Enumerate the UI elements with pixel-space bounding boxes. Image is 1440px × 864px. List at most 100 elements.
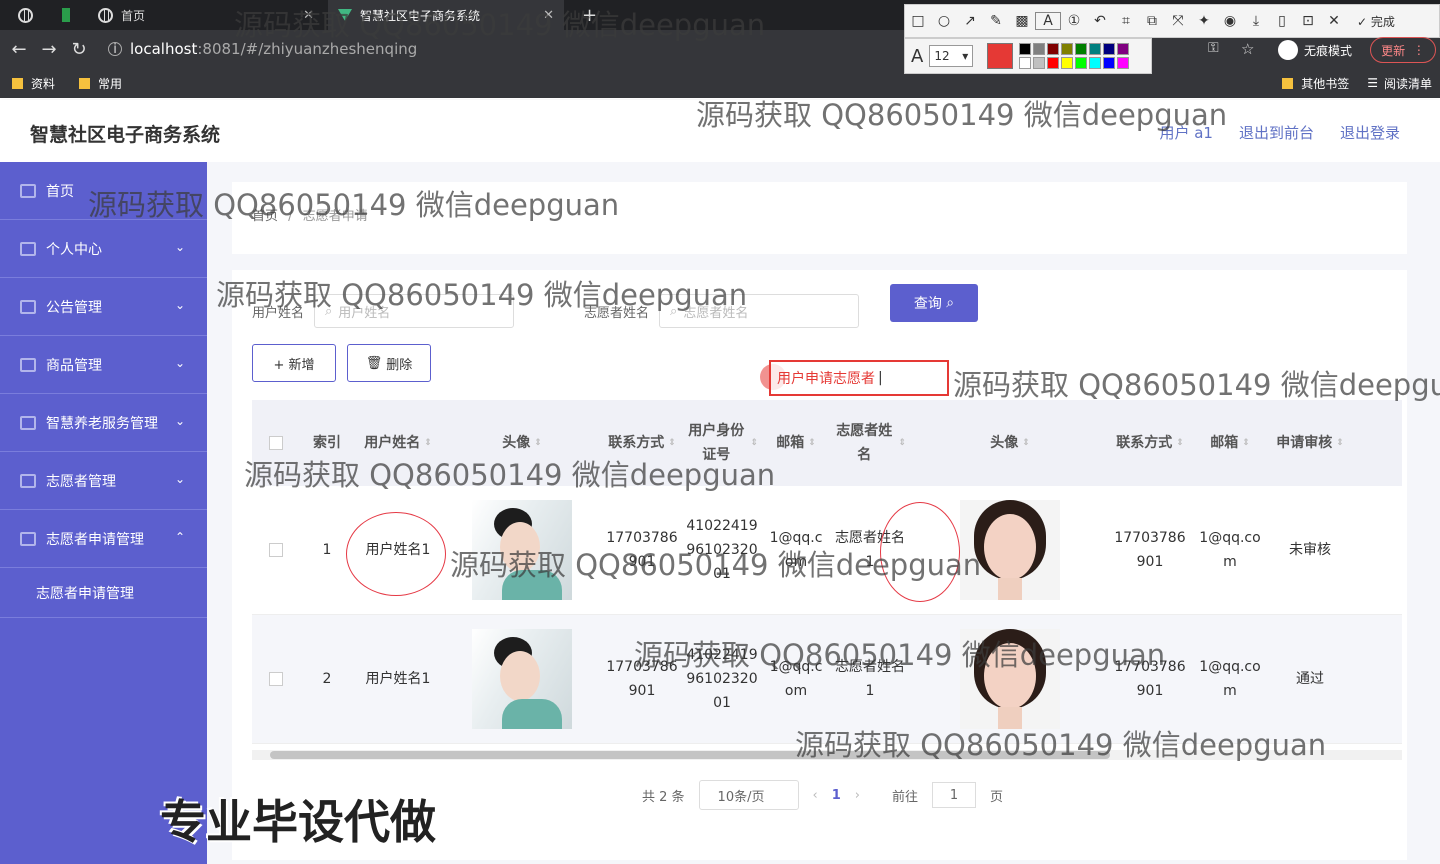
rect-tool-icon[interactable]: □ (905, 13, 931, 29)
sidebar-subitem-apply[interactable]: 志愿者申请管理 (0, 568, 207, 618)
forward-icon[interactable]: → (34, 39, 64, 60)
color-swatch[interactable] (1061, 57, 1074, 69)
text-cursor: | (878, 370, 883, 386)
query-button[interactable]: 查询 ⌕ (890, 284, 978, 322)
annotation-textbox[interactable]: 用户申请志愿者 | (769, 360, 949, 396)
page-size-select[interactable]: 10条/页 (698, 780, 799, 810)
ellipse-tool-icon[interactable]: ○ (931, 13, 957, 29)
phone-icon[interactable]: ▯ (1269, 13, 1295, 29)
sort-icon[interactable]: ⇕ (1242, 431, 1250, 455)
star-icon[interactable]: ☆ (1241, 40, 1254, 58)
sheet-icon (62, 8, 70, 22)
col-volunteer[interactable]: 志愿者姓名 ⇕ (830, 400, 910, 486)
color-swatch[interactable] (1019, 57, 1032, 69)
delete-label: 删除 (386, 357, 413, 373)
select-icon[interactable]: ⌗ (1113, 13, 1139, 29)
pen-tool-icon[interactable]: ✎ (983, 13, 1009, 29)
watermark: 源码获取 QQ86050149 微信deepguan (696, 98, 1228, 132)
logout-link[interactable]: 退出登录 (1340, 122, 1400, 143)
col-status[interactable]: 申请审核 ⇕ (1270, 400, 1350, 486)
color-swatch[interactable] (1033, 43, 1046, 55)
font-size-select[interactable]: 12 ▾ (929, 45, 974, 67)
next-page-icon[interactable]: › (855, 788, 860, 803)
number-tool-icon[interactable]: ① (1061, 13, 1087, 29)
sidebar-item-notice[interactable]: 公告管理 ⌄ (0, 278, 207, 336)
color-swatch[interactable] (1061, 43, 1074, 55)
record-icon[interactable]: ◉ (1217, 13, 1243, 29)
cancel-icon[interactable]: ✕ (1321, 13, 1347, 29)
current-page[interactable]: 1 (832, 788, 841, 803)
goto-page-input[interactable]: 1 (932, 782, 977, 808)
color-palette[interactable] (1019, 43, 1130, 69)
row-checkbox[interactable] (252, 486, 300, 614)
bookmark-icon[interactable]: ⊡ (1295, 13, 1321, 29)
color-swatch[interactable] (1019, 43, 1032, 55)
sort-icon[interactable]: ⇕ (1022, 431, 1030, 455)
done-button[interactable]: ✓ 完成 (1357, 13, 1395, 30)
app-title: 智慧社区电子商务系统 (30, 124, 221, 146)
sidebar-item-apply[interactable]: 志愿者申请管理 ⌃ (0, 510, 207, 568)
color-swatch[interactable] (1075, 43, 1088, 55)
active-color-swatch[interactable] (987, 43, 1014, 69)
color-swatch[interactable] (1047, 57, 1060, 69)
sort-icon[interactable]: ⇕ (808, 431, 816, 455)
color-swatch[interactable] (1117, 43, 1130, 55)
arrow-tool-icon[interactable]: ↗ (957, 13, 983, 29)
add-button[interactable]: + 新增 (252, 344, 336, 382)
text-tool-icon[interactable]: A (1035, 12, 1061, 30)
color-swatch[interactable] (1033, 57, 1046, 69)
annotation-circle (346, 512, 446, 596)
app-tab-icon[interactable] (52, 0, 80, 30)
sort-icon[interactable]: ⇕ (898, 431, 906, 455)
page-unit: 页 (990, 789, 1004, 805)
done-label: 完成 (1370, 14, 1395, 29)
prev-page-icon[interactable]: ‹ (813, 788, 818, 803)
color-swatch[interactable] (1103, 43, 1116, 55)
col-vemail[interactable]: 邮箱 ⇕ (1190, 400, 1270, 486)
chevron-down-icon: ⌄ (174, 298, 185, 312)
watermark: 源码获取 QQ86050149 微信deepguan (450, 548, 982, 582)
update-button[interactable]: 更新 ⋮ (1370, 37, 1436, 63)
undo-icon[interactable]: ↶ (1087, 13, 1113, 29)
folder-icon (12, 77, 23, 89)
info-icon[interactable]: i (108, 42, 122, 57)
expand-icon[interactable]: ⤧ (1165, 13, 1191, 29)
bookmark-reading-list[interactable]: 阅读清单 (1384, 75, 1432, 92)
col-vavatar[interactable]: 头像 ⇕ (910, 400, 1110, 486)
col-vphone[interactable]: 联系方式 ⇕ (1110, 400, 1190, 486)
cell-index: 2 (322, 671, 332, 687)
sidebar-item-label: 志愿者申请管理 (46, 531, 144, 548)
color-swatch[interactable] (1089, 57, 1102, 69)
color-swatch[interactable] (1089, 43, 1102, 55)
bookmark-changyong[interactable]: 常用 (98, 75, 122, 92)
incognito-indicator[interactable]: 无痕模式 (1278, 38, 1352, 62)
color-swatch[interactable] (1075, 57, 1088, 69)
back-icon[interactable]: ← (4, 39, 34, 60)
sidebar-item-volunteer[interactable]: 志愿者管理 ⌄ (0, 452, 207, 510)
reload-icon[interactable]: ↻ (64, 39, 94, 60)
color-swatch[interactable] (1103, 57, 1116, 69)
sidebar-item-label: 志愿者管理 (46, 473, 116, 490)
bookmark-other[interactable]: 其他书签 (1301, 75, 1349, 92)
row-checkbox[interactable] (252, 615, 300, 743)
copy-icon[interactable]: ⧉ (1139, 13, 1165, 29)
mosaic-tool-icon[interactable]: ▩ (1009, 13, 1035, 29)
sidebar-item-goods[interactable]: 商品管理 ⌄ (0, 336, 207, 394)
chevron-down-icon: ⌄ (174, 414, 185, 428)
color-swatch[interactable] (1047, 43, 1060, 55)
sidebar-item-elderly[interactable]: 智慧养老服务管理 ⌄ (0, 394, 207, 452)
avatar (472, 629, 572, 729)
color-swatch[interactable] (1117, 57, 1130, 69)
sidebar-item-profile[interactable]: 个人中心 ⌄ (0, 220, 207, 278)
sort-icon[interactable]: ⇕ (1176, 431, 1184, 455)
draw-toolbar: □ ○ ↗ ✎ ▩ A ① ↶ ⌗ ⧉ ⤧ ✦ ◉ ⤓ ▯ ⊡ ✕ ✓ 完成 (904, 4, 1440, 38)
key-icon[interactable]: ⚿ (1208, 40, 1219, 56)
download-icon[interactable]: ⤓ (1243, 13, 1269, 29)
goods-icon (20, 357, 36, 372)
sort-icon[interactable]: ⇕ (1336, 431, 1344, 455)
pin-icon[interactable]: ✦ (1191, 13, 1217, 29)
bookmark-ziliao[interactable]: 资料 (31, 75, 55, 92)
incognito-icon (1278, 40, 1298, 60)
front-link[interactable]: 退出到前台 (1239, 122, 1314, 143)
delete-button[interactable]: 🗑 删除 (347, 344, 431, 382)
